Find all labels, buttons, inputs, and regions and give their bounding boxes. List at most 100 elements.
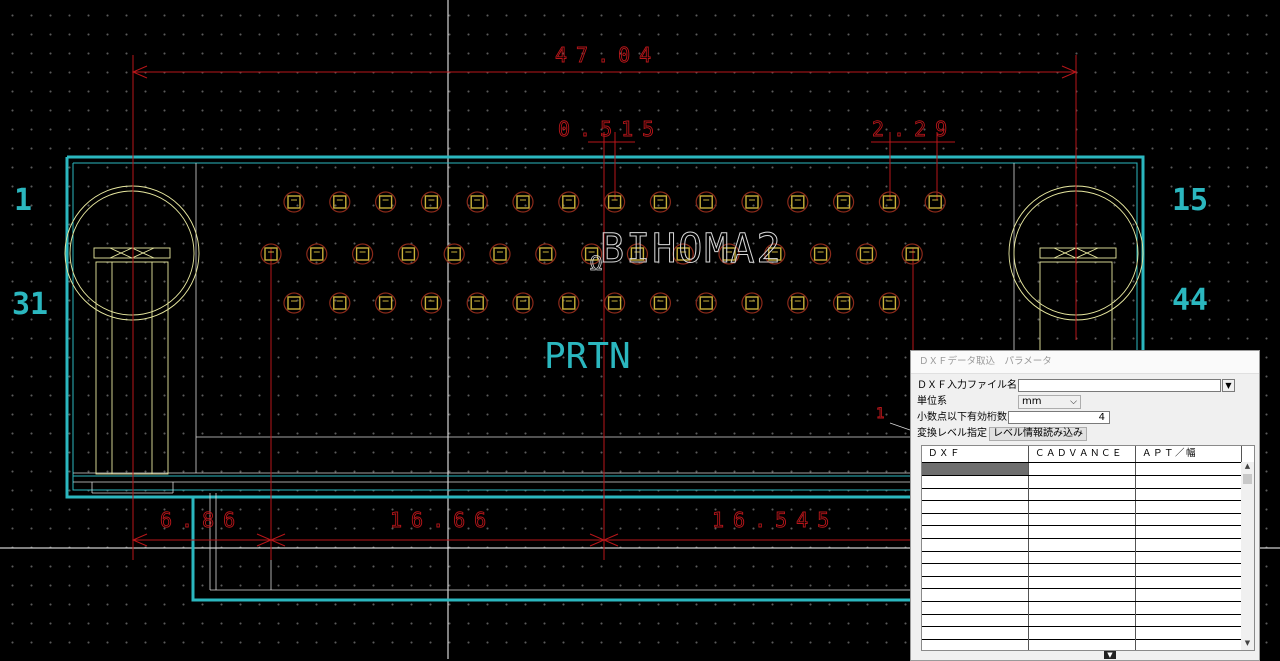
unit-select[interactable]: mm ⌵ bbox=[1018, 395, 1081, 409]
pad[interactable] bbox=[745, 195, 759, 209]
pad[interactable] bbox=[928, 195, 942, 209]
table-scrollbar[interactable]: ▲ ▼ bbox=[1241, 462, 1254, 650]
table-cell[interactable] bbox=[1136, 475, 1242, 488]
scroll-down-icon[interactable]: ▼ bbox=[1241, 639, 1254, 650]
pad-ring[interactable] bbox=[741, 191, 763, 213]
table-row[interactable] bbox=[922, 463, 1242, 476]
pad-ring[interactable] bbox=[397, 243, 419, 265]
pad-ring[interactable] bbox=[512, 191, 534, 213]
table-row[interactable] bbox=[922, 551, 1242, 565]
pad-ring[interactable] bbox=[855, 243, 878, 265]
table-cell[interactable] bbox=[1136, 626, 1242, 639]
pad[interactable] bbox=[493, 247, 507, 261]
table-cell[interactable] bbox=[1029, 513, 1136, 526]
pad[interactable] bbox=[470, 296, 484, 310]
table-cell[interactable] bbox=[922, 614, 1029, 627]
pad-ring[interactable] bbox=[787, 191, 809, 213]
table-cell[interactable] bbox=[1136, 563, 1242, 576]
pad-ring[interactable] bbox=[283, 292, 305, 314]
table-cell[interactable] bbox=[1029, 626, 1136, 639]
table-cell[interactable] bbox=[1136, 601, 1242, 614]
pad[interactable] bbox=[516, 195, 530, 209]
table-cell[interactable] bbox=[1136, 538, 1242, 551]
pad[interactable] bbox=[607, 296, 622, 310]
pad-ring[interactable] bbox=[443, 243, 465, 265]
table-cell[interactable] bbox=[1029, 475, 1136, 488]
table-cell[interactable] bbox=[1136, 513, 1242, 526]
pad-ring[interactable] bbox=[558, 292, 580, 314]
pad[interactable] bbox=[333, 296, 347, 310]
pad[interactable] bbox=[745, 296, 759, 310]
pad[interactable] bbox=[401, 247, 416, 261]
table-cell[interactable] bbox=[922, 639, 1029, 650]
pad[interactable] bbox=[424, 195, 439, 209]
pad[interactable] bbox=[699, 195, 713, 209]
pad-ring[interactable] bbox=[306, 243, 328, 265]
table-cell[interactable] bbox=[922, 513, 1029, 526]
table-cell[interactable] bbox=[1029, 601, 1136, 614]
more-arrow-icon[interactable]: ▼ bbox=[1104, 651, 1116, 659]
table-cell[interactable] bbox=[1136, 639, 1242, 650]
table-row[interactable] bbox=[922, 475, 1242, 489]
table-cell[interactable] bbox=[1136, 589, 1242, 601]
pad[interactable] bbox=[333, 195, 347, 209]
pad-ring[interactable] bbox=[695, 292, 717, 314]
pad[interactable] bbox=[539, 247, 553, 261]
table-cell[interactable] bbox=[1136, 576, 1242, 589]
pad-ring[interactable] bbox=[329, 292, 351, 314]
pad-ring[interactable] bbox=[878, 292, 901, 314]
pad[interactable] bbox=[905, 247, 919, 261]
pad[interactable] bbox=[355, 247, 370, 261]
table-row[interactable] bbox=[922, 563, 1242, 577]
pad[interactable] bbox=[310, 247, 324, 261]
table-cell[interactable] bbox=[922, 488, 1029, 501]
pad[interactable] bbox=[378, 195, 393, 209]
pad[interactable] bbox=[882, 195, 897, 209]
pad-ring[interactable] bbox=[283, 191, 305, 213]
digits-input[interactable]: 4 bbox=[1008, 411, 1110, 424]
table-cell[interactable] bbox=[922, 500, 1029, 513]
table-cell[interactable] bbox=[1029, 639, 1136, 650]
table-cell[interactable] bbox=[922, 626, 1029, 639]
table-row[interactable] bbox=[922, 626, 1242, 640]
table-row[interactable] bbox=[922, 601, 1242, 615]
table-row[interactable] bbox=[922, 488, 1242, 502]
table-cell[interactable] bbox=[922, 563, 1029, 576]
table-cell[interactable] bbox=[1136, 526, 1242, 538]
table-cell[interactable] bbox=[1029, 576, 1136, 589]
pad-ring[interactable] bbox=[375, 292, 397, 314]
pad-ring[interactable] bbox=[420, 191, 442, 213]
table-row[interactable] bbox=[922, 526, 1242, 539]
table-cell[interactable] bbox=[922, 538, 1029, 551]
table-row[interactable] bbox=[922, 576, 1242, 590]
pad-ring[interactable] bbox=[649, 191, 672, 213]
pad-ring[interactable] bbox=[329, 191, 351, 213]
pad-ring[interactable] bbox=[535, 243, 557, 265]
read-level-info-button[interactable]: レベル情報読み込み bbox=[989, 427, 1087, 441]
table-row[interactable] bbox=[922, 513, 1242, 527]
pad[interactable] bbox=[653, 296, 668, 310]
table-cell[interactable] bbox=[922, 601, 1029, 614]
pad-ring[interactable] bbox=[375, 191, 397, 213]
table-cell[interactable] bbox=[1029, 526, 1136, 538]
table-cell[interactable] bbox=[1136, 614, 1242, 627]
table-cell[interactable] bbox=[1029, 551, 1136, 564]
pad[interactable] bbox=[882, 296, 897, 310]
scroll-up-icon[interactable]: ▲ bbox=[1241, 462, 1254, 473]
pad[interactable] bbox=[813, 247, 828, 261]
pad-ring[interactable] bbox=[512, 292, 534, 314]
pad[interactable] bbox=[836, 195, 851, 209]
table-row[interactable] bbox=[922, 589, 1242, 602]
pad-ring[interactable] bbox=[352, 243, 374, 265]
pad[interactable] bbox=[653, 195, 668, 209]
table-cell[interactable] bbox=[922, 526, 1029, 538]
pad[interactable] bbox=[791, 296, 805, 310]
pad[interactable] bbox=[791, 195, 805, 209]
table-row[interactable] bbox=[922, 614, 1242, 628]
pad-ring[interactable] bbox=[787, 292, 809, 314]
pad-ring[interactable] bbox=[924, 191, 946, 213]
table-row[interactable] bbox=[922, 639, 1242, 650]
pad[interactable] bbox=[859, 247, 874, 261]
table-cell[interactable] bbox=[1136, 488, 1242, 501]
table-cell[interactable] bbox=[1029, 589, 1136, 601]
